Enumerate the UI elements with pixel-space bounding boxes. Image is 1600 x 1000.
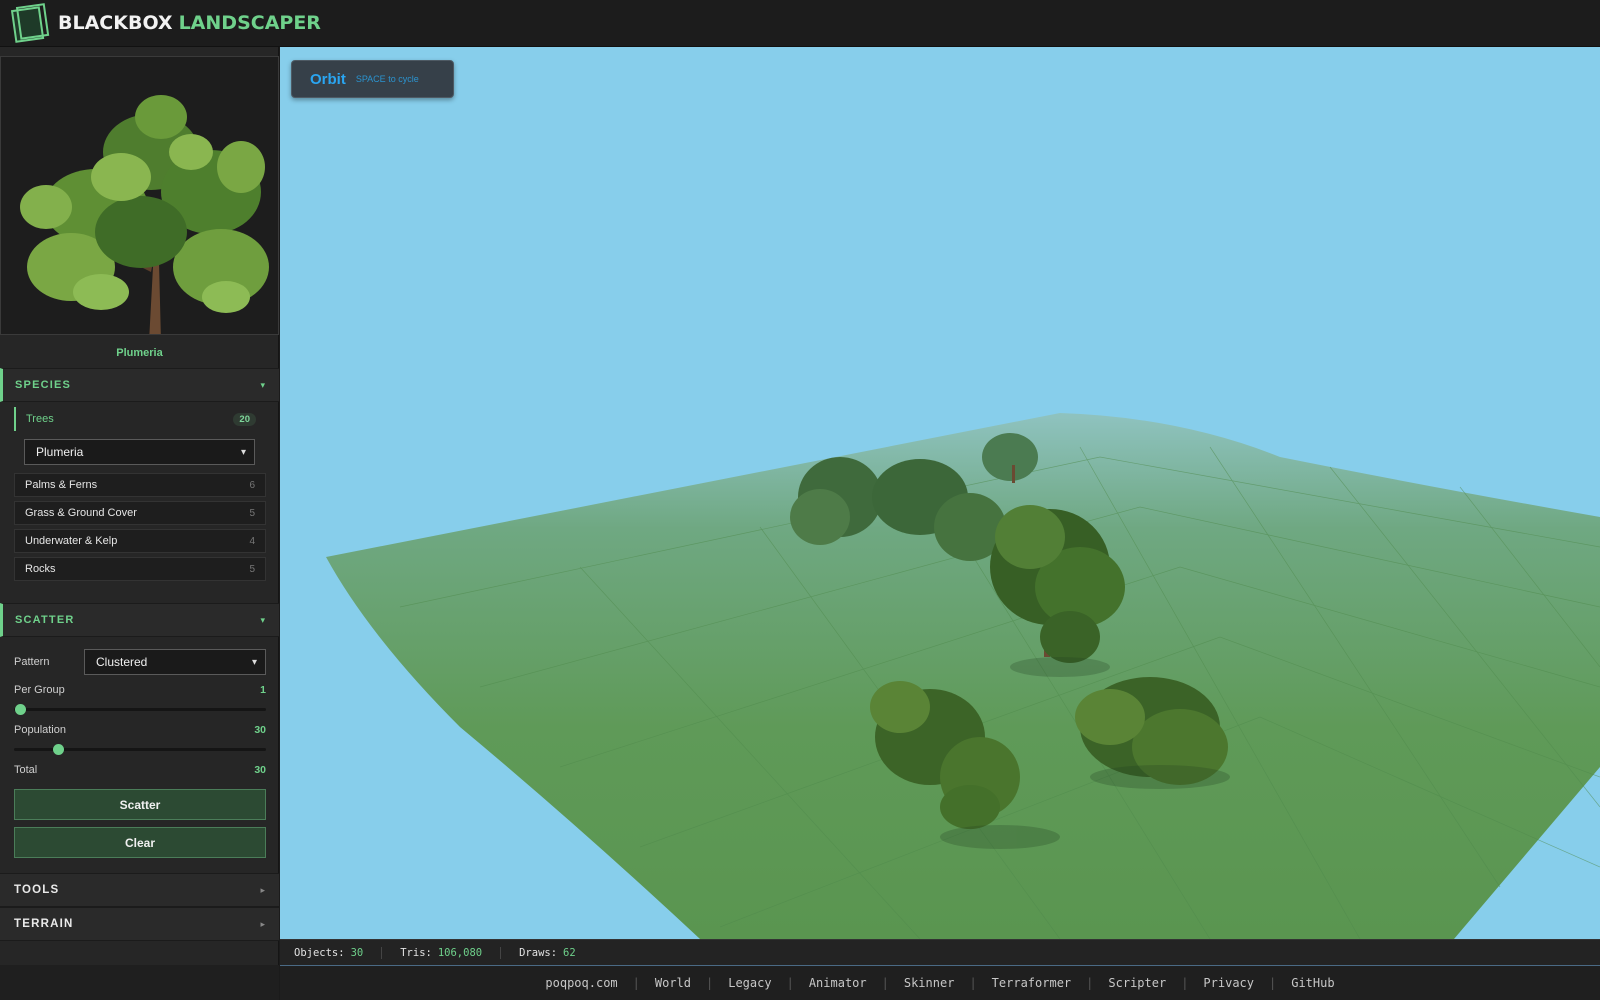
footer-separator: | bbox=[632, 976, 640, 990]
tools-section-title: TOOLS bbox=[14, 884, 60, 896]
footer-separator: | bbox=[706, 976, 714, 990]
draws-label: Draws: bbox=[519, 946, 558, 959]
expand-arrow-icon: ▸ bbox=[260, 884, 265, 895]
slider-thumb[interactable] bbox=[53, 744, 65, 755]
pattern-select[interactable]: Clustered ▾ bbox=[84, 649, 266, 675]
footer-separator: | bbox=[969, 976, 977, 990]
scatter-section-title: SCATTER bbox=[15, 614, 75, 626]
objects-label: Objects: bbox=[294, 946, 345, 959]
tris-label: Tris: bbox=[400, 946, 432, 959]
draws-value: 62 bbox=[563, 946, 576, 959]
footer-link-privacy[interactable]: Privacy bbox=[1203, 976, 1254, 990]
scatter-section-header[interactable]: SCATTER ▾ bbox=[0, 603, 279, 637]
terrain-section-title: TERRAIN bbox=[14, 918, 74, 930]
footer-link-github[interactable]: GitHub bbox=[1291, 976, 1334, 990]
total-value: 30 bbox=[254, 764, 266, 776]
per-group-value: 1 bbox=[260, 684, 266, 696]
objects-value: 30 bbox=[350, 946, 364, 959]
footer-nav: poqpoq.com | World | Legacy | Animator |… bbox=[280, 965, 1600, 1000]
stats-divider bbox=[500, 946, 502, 959]
brand-part1: BLACKBOX bbox=[58, 12, 173, 34]
tris-value: 106,080 bbox=[437, 946, 483, 959]
chevron-down-icon: ▾ bbox=[240, 446, 246, 458]
population-slider[interactable] bbox=[14, 743, 266, 755]
scatter-button[interactable]: Scatter bbox=[14, 789, 266, 820]
footer-link-poqpoq[interactable]: poqpoq.com bbox=[545, 976, 617, 990]
species-section-title: SPECIES bbox=[15, 379, 72, 391]
category-label: Grass & Ground Cover bbox=[25, 507, 137, 519]
footer-separator: | bbox=[1086, 976, 1094, 990]
chevron-down-icon: ▾ bbox=[251, 656, 257, 668]
stats-divider bbox=[381, 946, 383, 959]
slider-track bbox=[14, 748, 266, 751]
terrain-scene[interactable] bbox=[280, 47, 1600, 939]
category-count: 5 bbox=[249, 563, 255, 575]
camera-mode-indicator[interactable]: Orbit SPACE to cycle bbox=[291, 60, 454, 98]
tools-section-header[interactable]: TOOLS ▸ bbox=[0, 873, 279, 907]
preview-species-name: Plumeria bbox=[116, 347, 163, 359]
tree-preview-image bbox=[20, 95, 269, 334]
category-count: 4 bbox=[249, 535, 255, 547]
footer-separator: | bbox=[1269, 976, 1277, 990]
sidebar: Plumeria SPECIES ▾ Trees 20 Plumeria ▾ P… bbox=[0, 47, 279, 1000]
category-count: 5 bbox=[249, 507, 255, 519]
3d-viewport[interactable]: Orbit SPACE to cycle bbox=[280, 47, 1600, 939]
category-label: Trees bbox=[26, 413, 54, 425]
species-preview bbox=[0, 56, 279, 335]
category-rocks[interactable]: Rocks 5 bbox=[14, 557, 266, 581]
slider-track bbox=[14, 708, 266, 711]
category-count-badge: 20 bbox=[233, 412, 256, 426]
pattern-label: Pattern bbox=[14, 656, 50, 668]
collapse-arrow-icon: ▾ bbox=[260, 379, 265, 390]
category-label: Rocks bbox=[25, 563, 56, 575]
category-count: 6 bbox=[249, 479, 255, 491]
footer-link-legacy[interactable]: Legacy bbox=[728, 976, 771, 990]
app-title: BLACKBOX LANDSCAPER bbox=[58, 12, 321, 34]
footer-link-scripter[interactable]: Scripter bbox=[1108, 976, 1166, 990]
species-section-header[interactable]: SPECIES ▾ bbox=[0, 368, 279, 402]
clear-button[interactable]: Clear bbox=[14, 827, 266, 858]
population-label: Population bbox=[14, 724, 66, 736]
category-underwater-kelp[interactable]: Underwater & Kelp 4 bbox=[14, 529, 266, 553]
pattern-select-value: Clustered bbox=[96, 655, 148, 669]
total-label: Total bbox=[14, 764, 38, 776]
footer-link-terraformer[interactable]: Terraformer bbox=[992, 976, 1071, 990]
footer-link-world[interactable]: World bbox=[655, 976, 691, 990]
stats-bar: Objects: 30 Tris: 106,080 Draws: 62 bbox=[280, 939, 1600, 965]
footer-separator: | bbox=[786, 976, 794, 990]
slider-thumb[interactable] bbox=[15, 704, 26, 715]
collapse-arrow-icon: ▾ bbox=[260, 614, 265, 625]
species-select-value: Plumeria bbox=[36, 445, 84, 459]
per-group-slider[interactable] bbox=[14, 703, 266, 715]
brand-part2: LANDSCAPER bbox=[178, 12, 321, 34]
per-group-label: Per Group bbox=[14, 684, 65, 696]
category-label: Underwater & Kelp bbox=[25, 535, 118, 547]
footer-link-animator[interactable]: Animator bbox=[809, 976, 867, 990]
camera-mode: Orbit bbox=[310, 70, 346, 88]
camera-mode-hint: SPACE to cycle bbox=[355, 74, 419, 84]
book-frame-icon[interactable] bbox=[10, 3, 50, 43]
species-select[interactable]: Plumeria ▾ bbox=[24, 439, 255, 465]
expand-arrow-icon: ▸ bbox=[260, 918, 265, 929]
terrain-section-header[interactable]: TERRAIN ▸ bbox=[0, 907, 279, 941]
category-trees[interactable]: Trees 20 bbox=[14, 407, 266, 431]
app-header: BLACKBOX LANDSCAPER bbox=[0, 0, 1600, 47]
sidebar-footer bbox=[0, 965, 279, 1000]
footer-separator: | bbox=[1181, 976, 1189, 990]
category-grass-ground-cover[interactable]: Grass & Ground Cover 5 bbox=[14, 501, 266, 525]
category-label: Palms & Ferns bbox=[25, 479, 98, 491]
footer-link-skinner[interactable]: Skinner bbox=[904, 976, 955, 990]
category-palms-ferns[interactable]: Palms & Ferns 6 bbox=[14, 473, 266, 497]
population-value: 30 bbox=[254, 724, 266, 736]
footer-separator: | bbox=[881, 976, 889, 990]
